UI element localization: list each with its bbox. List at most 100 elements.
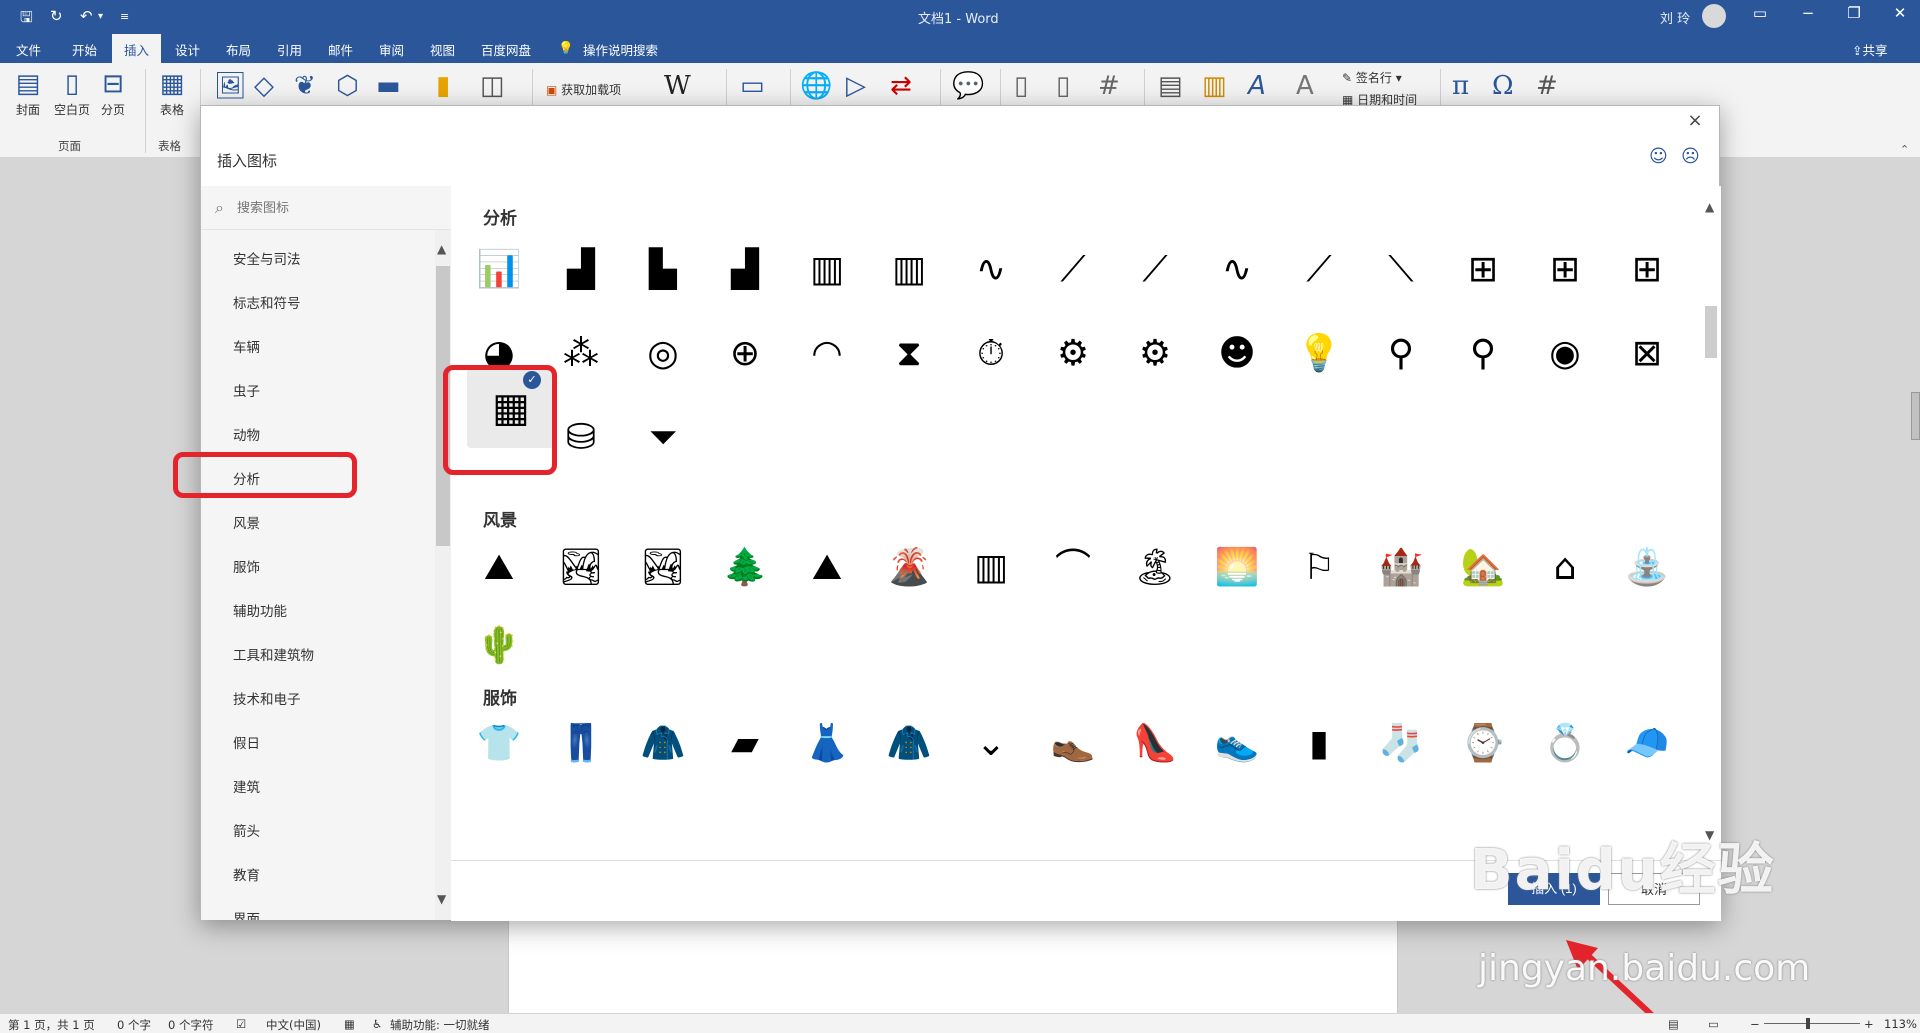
barn-icon[interactable]: ⌂ [1537, 540, 1593, 596]
line-chart-icon[interactable]: ⟋ [1291, 242, 1347, 298]
page-count[interactable]: 第 1 页，共 1 页 [8, 1017, 95, 1033]
undo-icon[interactable]: ↶ [80, 7, 93, 25]
header-icon[interactable]: ▯ [1014, 71, 1028, 101]
island-icon[interactable]: 🏝 [1127, 540, 1183, 596]
document-scrollbar[interactable] [1911, 392, 1920, 440]
stopwatch-icon[interactable]: ⏱ [963, 326, 1019, 382]
signature-line-button[interactable]: ✎ 签名行 ▾ [1342, 69, 1402, 86]
save-icon[interactable]: 🖫 [20, 7, 33, 32]
venn-diagram-icon[interactable]: ⁂ [553, 326, 609, 382]
symbol-button[interactable]: Ω [1492, 71, 1514, 101]
watch-icon[interactable]: ⌚ [1455, 716, 1511, 772]
share-button[interactable]: ⇪共享 [1852, 40, 1888, 59]
smile-icon[interactable]: ☺ [1649, 146, 1668, 167]
category-item[interactable]: 建筑 [233, 776, 260, 796]
accessibility-status[interactable]: 辅助功能: 一切就绪 [390, 1017, 490, 1033]
close-window-icon[interactable]: ✕ [1882, 4, 1918, 22]
waterfall-icon[interactable]: ▥ [963, 540, 1019, 596]
category-item[interactable]: 车辆 [233, 336, 260, 356]
bar-chart-icon[interactable]: ▟ [553, 242, 609, 298]
category-item[interactable]: 风景 [233, 512, 260, 532]
bar-chart-icon[interactable]: ▥ [881, 242, 937, 298]
eye-icon[interactable]: ◉ [1537, 326, 1593, 382]
category-item[interactable]: 辅助功能 [233, 600, 287, 620]
database-icon[interactable]: ⛁ [553, 410, 609, 466]
online-video-icon[interactable]: ▭ [740, 71, 765, 101]
hourglass-icon[interactable]: ⧗ [881, 326, 937, 382]
undo-dropdown-icon[interactable]: ▾ [98, 11, 103, 22]
mountain-icon[interactable]: ⛰ [471, 540, 527, 596]
tab-layout[interactable]: 布局 [226, 40, 251, 59]
tab-review[interactable]: 审阅 [379, 40, 404, 59]
suit-icon[interactable]: 🧥 [881, 716, 937, 772]
line-chart-icon[interactable]: ⟋ [1127, 242, 1183, 298]
ribbon-display-icon[interactable]: ▭ [1742, 4, 1778, 22]
scroll-up-icon[interactable]: ▲ [437, 242, 446, 256]
funnel-icon[interactable]: ⏷ [635, 410, 691, 466]
tie-icon[interactable]: ⌄ [963, 716, 1019, 772]
line-chart-icon[interactable]: ∿ [1209, 242, 1265, 298]
line-chart-icon[interactable]: ∿ [963, 242, 1019, 298]
smartart-icon[interactable]: ▬ [376, 71, 401, 101]
tab-home[interactable]: 开始 [72, 40, 97, 59]
tell-me-search[interactable]: 操作说明搜索 [583, 40, 658, 59]
category-item[interactable]: 假日 [233, 732, 260, 752]
web-layout-icon[interactable]: ▭ [1708, 1017, 1719, 1031]
line-chart-icon[interactable]: ⟋ [1045, 242, 1101, 298]
dress-icon[interactable]: 👗 [799, 716, 855, 772]
blank-page-button[interactable]: ▯ 空白页 [52, 69, 92, 118]
screenshot-icon[interactable]: ◫ [480, 71, 505, 101]
read-mode-icon[interactable]: ▤ [1668, 1017, 1679, 1031]
category-item[interactable]: 安全与司法 [233, 248, 301, 268]
scroll-down-icon[interactable]: ▼ [437, 892, 446, 906]
category-item[interactable]: 技术和电子 [233, 688, 301, 708]
tab-view[interactable]: 视图 [430, 40, 455, 59]
desert-cactus-icon[interactable]: 🌵 [471, 618, 527, 674]
text-box-icon[interactable]: ▤ [1158, 71, 1183, 101]
gallery-scrollbar[interactable] [1701, 186, 1721, 860]
table-button[interactable]: ▦ 表格 [154, 69, 190, 118]
sunset-icon[interactable]: 🌅 [1209, 540, 1265, 596]
category-item[interactable]: 虫子 [233, 380, 260, 400]
bar-chart-icon[interactable]: ▥ [799, 242, 855, 298]
sock-icon[interactable]: 🧦 [1373, 716, 1429, 772]
tab-references[interactable]: 引用 [277, 40, 302, 59]
pants-icon[interactable]: 👖 [553, 716, 609, 772]
gauge-icon[interactable]: ◠ [799, 326, 855, 382]
head-gear-icon[interactable]: ☻ [1209, 326, 1265, 382]
gears-icon[interactable]: ⚙ [1127, 326, 1183, 382]
customize-icon[interactable]: ≡ [120, 10, 129, 23]
cross-reference-icon[interactable]: ⇄ [890, 71, 912, 101]
category-item[interactable]: 动物 [233, 424, 260, 444]
tab-mailings[interactable]: 邮件 [328, 40, 353, 59]
lighthouse-icon[interactable]: ⚐ [1291, 540, 1347, 596]
strategy-board-icon[interactable]: ⊠ [1619, 326, 1675, 382]
presentation-icon[interactable]: ⊞ [1455, 242, 1511, 298]
zoom-slider-thumb[interactable] [1806, 1018, 1810, 1029]
line-chart-icon[interactable]: ⟍ [1373, 242, 1429, 298]
slippers-icon[interactable]: ▮ [1291, 716, 1347, 772]
restore-icon[interactable]: ❐ [1836, 4, 1872, 22]
category-item[interactable]: 教育 [233, 864, 260, 884]
link-icon[interactable]: 🌐 [800, 71, 832, 101]
sweater-icon[interactable]: 🧥 [635, 716, 691, 772]
gallery-scroll-thumb[interactable] [1705, 306, 1717, 358]
cliff-icon[interactable]: ⛰ [799, 540, 855, 596]
presentation-icon[interactable]: ⊞ [1619, 242, 1675, 298]
chart-icon[interactable]: ▮ [436, 71, 450, 101]
comment-icon[interactable]: 💬 [952, 71, 984, 101]
hills-tree-icon[interactable]: 🏞 [553, 540, 609, 596]
shoe-icon[interactable]: 👞 [1045, 716, 1101, 772]
volcano-icon[interactable]: 🌋 [881, 540, 937, 596]
hills-rain-icon[interactable]: 🏞 [635, 540, 691, 596]
category-item[interactable]: 标志和符号 [233, 292, 301, 312]
page-number-icon[interactable]: # [1098, 71, 1120, 101]
footer-icon[interactable]: ▯ [1056, 71, 1070, 101]
minimize-icon[interactable]: − [1790, 4, 1826, 22]
word-count[interactable]: 0 个字 [117, 1017, 151, 1033]
bar-chart-icon[interactable]: ▙ [635, 242, 691, 298]
macro-icon[interactable]: ▦ [344, 1017, 355, 1031]
magnifier-icon[interactable]: ⚲ [1373, 326, 1429, 382]
high-heel-icon[interactable]: 👠 [1127, 716, 1183, 772]
magnifier-pulse-icon[interactable]: ⚲ [1455, 326, 1511, 382]
